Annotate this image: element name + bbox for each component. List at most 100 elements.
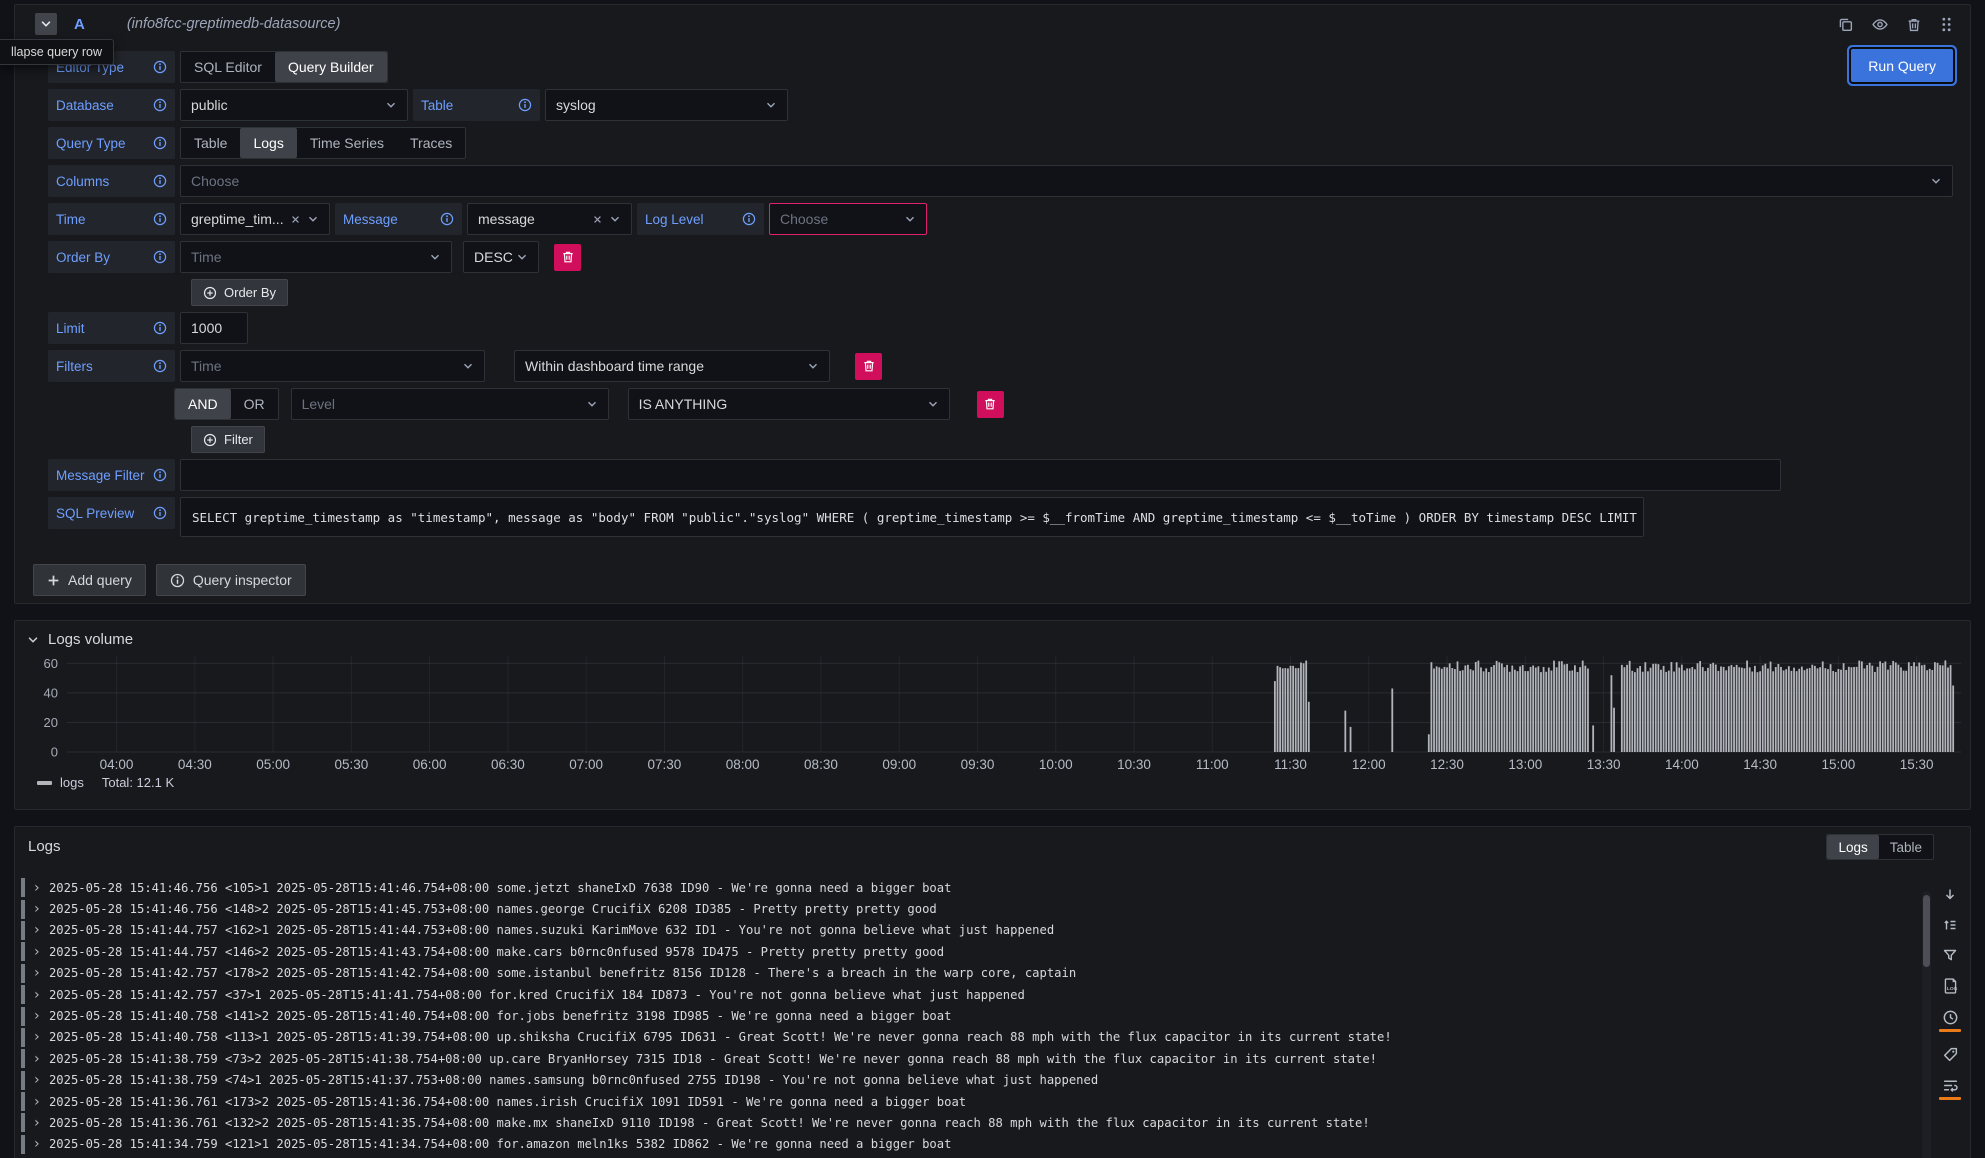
message-column-select[interactable]: message [467,203,632,235]
query-type-table[interactable]: Table [181,128,240,158]
info-icon[interactable] [440,212,454,226]
volume-bar [1639,666,1641,752]
info-icon[interactable] [153,174,167,188]
log-row[interactable]: ›2025-05-28 15:41:44.757 <146>2 2025-05-… [21,941,1910,962]
query-type-traces[interactable]: Traces [397,128,465,158]
info-icon[interactable] [153,359,167,373]
info-icon[interactable] [153,506,167,520]
volume-bar [1543,667,1545,752]
info-icon[interactable] [153,98,167,112]
sort-oldest-first-icon[interactable] [1942,917,1958,933]
expand-log-row-icon[interactable]: › [33,1009,41,1023]
drag-handle-icon[interactable] [1939,16,1954,33]
log-row[interactable]: ›2025-05-28 15:41:42.757 <178>2 2025-05-… [21,963,1910,984]
legend-series-name[interactable]: logs [60,775,84,790]
log-level-select[interactable]: Choose [769,203,927,235]
filter-2-operator-select[interactable]: IS ANYTHING [628,388,950,420]
view-table[interactable]: Table [1879,835,1933,859]
expand-log-row-icon[interactable]: › [33,881,41,895]
clear-icon[interactable] [290,214,301,225]
message-filter-input[interactable] [180,459,1781,491]
expand-log-row-icon[interactable]: › [33,966,41,980]
deduplicate-log-icon[interactable]: LOG [1942,977,1959,995]
volume-bar [1540,672,1542,752]
expand-log-row-icon[interactable]: › [33,945,41,959]
query-inspector-button[interactable]: Query inspector [156,564,306,596]
conjunction-and[interactable]: AND [175,389,231,419]
filter-field-select[interactable]: Time [180,350,485,382]
conjunction-or[interactable]: OR [231,389,278,419]
expand-log-row-icon[interactable]: › [33,1073,41,1087]
columns-select[interactable]: Choose [180,165,1953,197]
query-type-logs[interactable]: Logs [240,128,296,158]
volume-bar [1754,666,1756,752]
chevron-down-icon[interactable] [27,634,39,646]
info-icon[interactable] [518,98,532,112]
add-filter-button[interactable]: Filter [191,426,265,453]
info-icon[interactable] [742,212,756,226]
show-time-icon[interactable] [1939,1009,1961,1032]
volume-bar [1918,663,1920,752]
info-icon[interactable] [153,250,167,264]
unique-labels-icon[interactable] [1942,1046,1959,1063]
add-order-by-button[interactable]: Order By [191,279,288,306]
log-row[interactable]: ›2025-05-28 15:41:40.758 <113>1 2025-05-… [21,1027,1910,1048]
collapse-query-row-button[interactable] [35,13,57,35]
expand-log-row-icon[interactable]: › [33,988,41,1002]
info-icon[interactable] [153,136,167,150]
expand-log-row-icon[interactable]: › [33,902,41,916]
scroll-to-bottom-icon[interactable] [1942,887,1958,903]
info-icon[interactable] [153,321,167,335]
delete-query-icon[interactable] [1906,16,1922,33]
volume-bar [1344,711,1346,752]
time-column-select[interactable]: greptime_tim... [180,203,330,235]
expand-log-row-icon[interactable]: › [33,1095,41,1109]
clear-icon[interactable] [592,214,603,225]
logs-scrollbar[interactable] [1922,891,1931,1158]
tab-query-builder[interactable]: Query Builder [275,52,387,82]
log-row[interactable]: ›2025-05-28 15:41:42.757 <37>1 2025-05-2… [21,984,1910,1005]
expand-log-row-icon[interactable]: › [33,1030,41,1044]
expand-log-row-icon[interactable]: › [33,1137,41,1151]
hide-query-icon[interactable] [1871,16,1889,33]
logs-scrollbar-thumb[interactable] [1923,895,1930,967]
filter-2-field-select[interactable]: Level [291,388,609,420]
volume-bar [1822,661,1824,752]
expand-log-row-icon[interactable]: › [33,923,41,937]
filter-icon[interactable] [1942,947,1958,963]
log-row[interactable]: ›2025-05-28 15:41:46.756 <105>1 2025-05-… [21,877,1910,898]
filter-condition-select[interactable]: Within dashboard time range [514,350,830,382]
sql-preview-row: SQL Preview SELECT greptime_timestamp as… [48,497,1970,537]
log-row[interactable]: ›2025-05-28 15:41:36.761 <132>2 2025-05-… [21,1112,1910,1133]
log-row[interactable]: ›2025-05-28 15:41:40.758 <141>2 2025-05-… [21,1005,1910,1026]
remove-order-by-button[interactable] [554,244,581,271]
info-icon[interactable] [153,60,167,74]
log-row[interactable]: ›2025-05-28 15:41:38.759 <73>2 2025-05-2… [21,1048,1910,1069]
query-type-time-series[interactable]: Time Series [297,128,397,158]
limit-input[interactable]: 1000 [180,312,248,344]
expand-log-row-icon[interactable]: › [33,1116,41,1130]
logs-volume-chart[interactable]: 020406004:0004:3005:0005:3006:0006:3007:… [21,652,1969,774]
view-logs[interactable]: Logs [1827,835,1878,859]
add-query-button[interactable]: Add query [33,564,146,596]
volume-bar [1738,667,1740,752]
info-icon[interactable] [153,468,167,482]
remove-filter-button[interactable] [855,353,882,380]
database-select[interactable]: public [180,89,408,121]
log-row[interactable]: ›2025-05-28 15:41:46.756 <148>2 2025-05-… [21,898,1910,919]
log-row[interactable]: ›2025-05-28 15:41:36.761 <173>2 2025-05-… [21,1091,1910,1112]
volume-bar [1537,666,1539,752]
wrap-lines-icon[interactable] [1939,1077,1961,1100]
order-by-field-select[interactable]: Time [180,241,452,273]
remove-filter-2-button[interactable] [977,391,1004,418]
tab-sql-editor[interactable]: SQL Editor [181,52,275,82]
duplicate-query-icon[interactable] [1837,16,1854,33]
expand-log-row-icon[interactable]: › [33,1052,41,1066]
chevron-down-icon [462,360,474,372]
log-row[interactable]: ›2025-05-28 15:41:34.759 <121>1 2025-05-… [21,1134,1910,1155]
info-icon[interactable] [153,212,167,226]
log-row[interactable]: ›2025-05-28 15:41:44.757 <162>1 2025-05-… [21,920,1910,941]
table-select[interactable]: syslog [545,89,788,121]
log-row[interactable]: ›2025-05-28 15:41:38.759 <74>1 2025-05-2… [21,1070,1910,1091]
order-by-direction-select[interactable]: DESC [463,241,539,273]
